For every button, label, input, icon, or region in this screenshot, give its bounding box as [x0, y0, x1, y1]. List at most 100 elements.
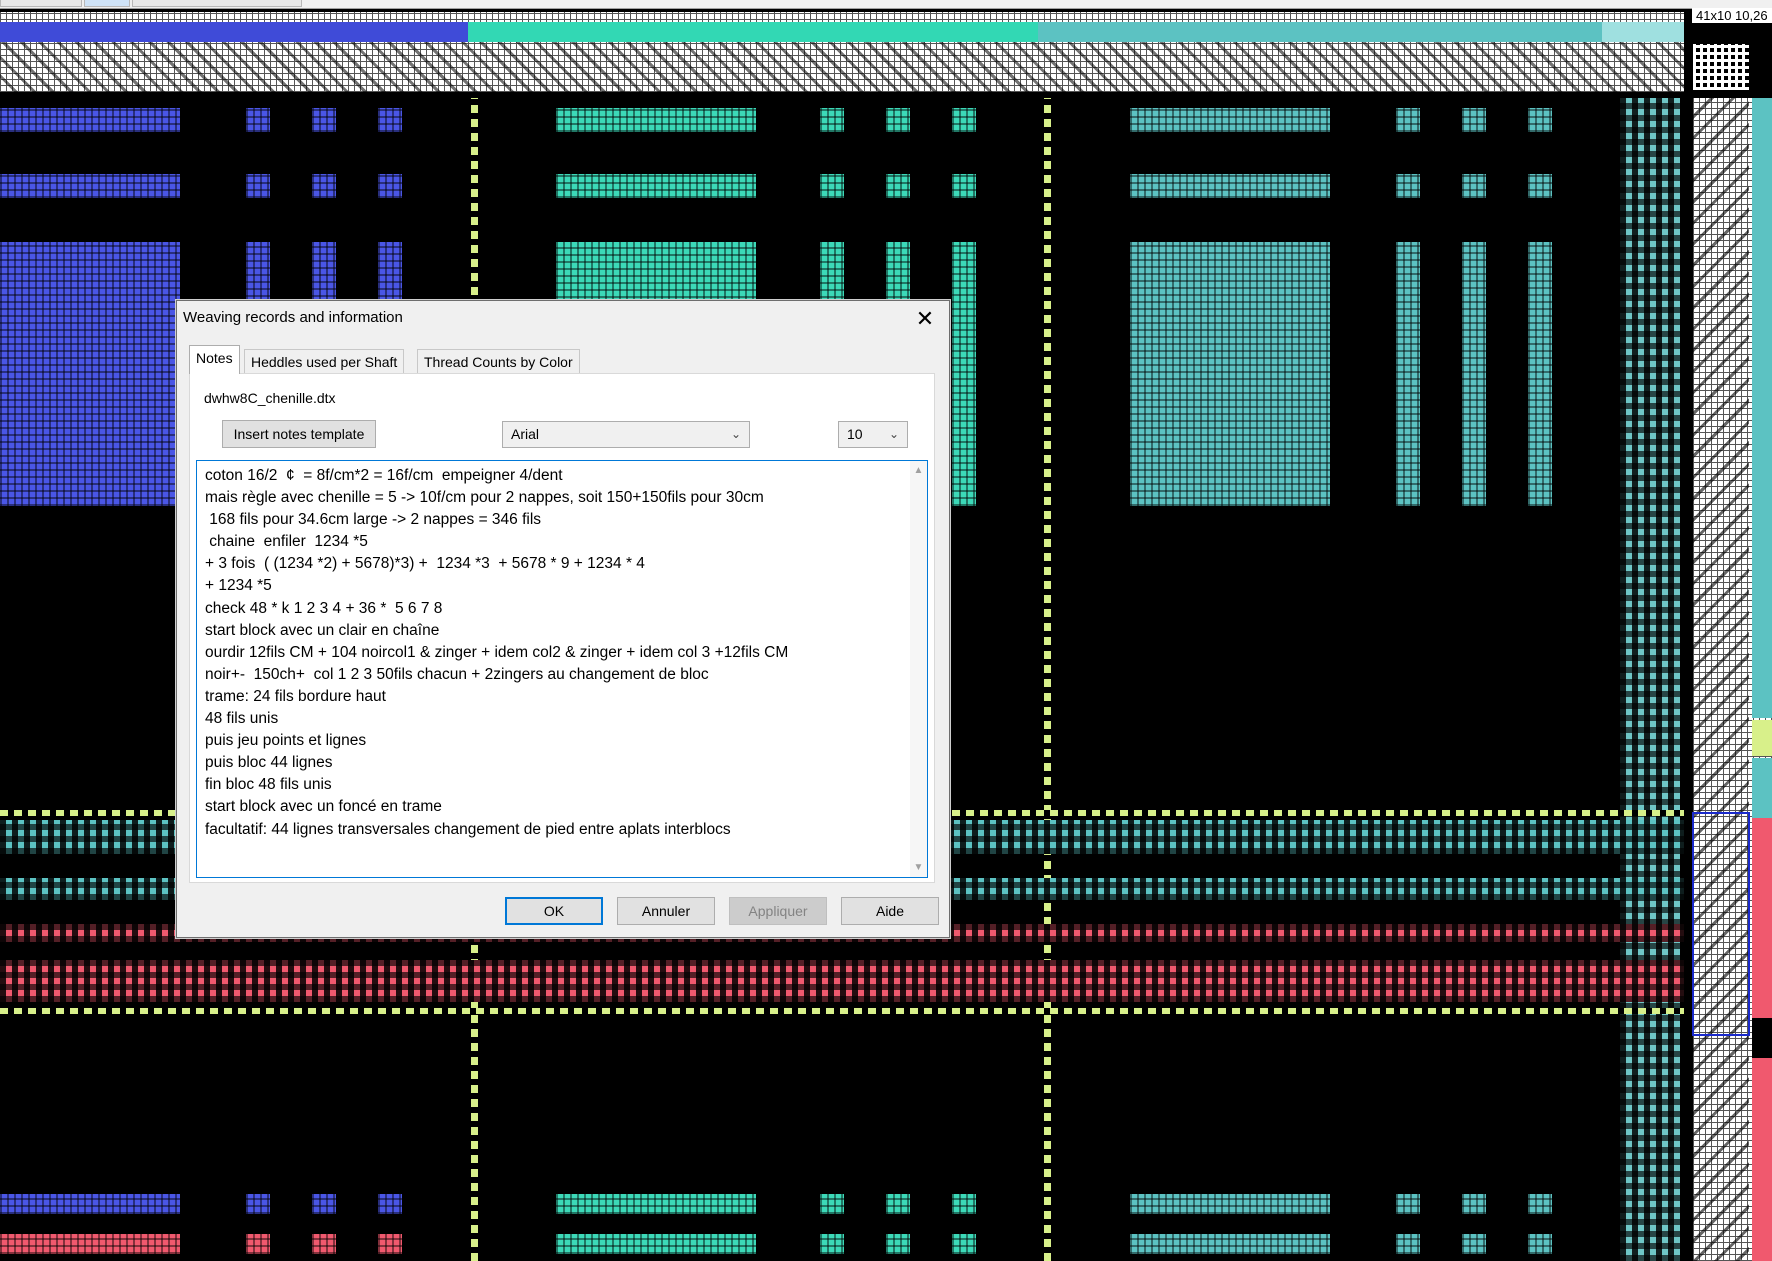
notes-line: trame: 24 fils bordure haut — [205, 687, 386, 705]
pattern-block — [1396, 174, 1420, 198]
insert-notes-template-button[interactable]: Insert notes template — [222, 420, 376, 448]
pattern-block — [1528, 174, 1552, 198]
notes-text: coton 16/2 ¢ = 8f/cm*2 = 16f/cm empeigne… — [205, 465, 905, 841]
dialog-title: Weaving records and information — [183, 309, 403, 326]
notes-line: 48 fils unis — [205, 710, 279, 728]
cancel-button[interactable]: Annuler — [617, 897, 715, 925]
pattern-block — [952, 174, 976, 198]
pattern-block — [0, 174, 180, 198]
weft-color-yellow — [1752, 720, 1772, 756]
pattern-block — [1528, 1234, 1552, 1254]
notes-line: start block avec un foncé en trame — [205, 798, 442, 816]
pattern-block — [820, 108, 844, 132]
pattern-block — [246, 1234, 270, 1254]
warp-color-cyan — [1038, 22, 1602, 42]
pattern-block — [1462, 174, 1486, 198]
pattern-block — [556, 108, 756, 132]
pattern-block — [820, 174, 844, 198]
pattern-block — [246, 174, 270, 198]
pattern-block — [1130, 1234, 1330, 1254]
notes-line: ourdir 12fils CM + 104 noircol1 & zinger… — [205, 643, 789, 661]
pattern-block — [378, 174, 402, 198]
chevron-down-icon: ⌄ — [730, 427, 741, 441]
pattern-block — [556, 1234, 756, 1254]
pattern-block — [1528, 1194, 1552, 1214]
pattern-block — [378, 1194, 402, 1214]
pattern-band — [0, 960, 1684, 1002]
notes-line: puis jeu points et lignes — [205, 732, 367, 750]
font-size-select[interactable]: 10 ⌄ — [838, 421, 908, 448]
pattern-block — [556, 1194, 756, 1214]
pattern-block — [1130, 174, 1330, 198]
help-button[interactable]: Aide — [841, 897, 939, 925]
pattern-block — [952, 242, 976, 506]
pattern-block — [952, 1194, 976, 1214]
pattern-block — [312, 174, 336, 198]
notes-line: check 48 * k 1 2 3 4 + 36 * 5 6 7 8 — [205, 599, 443, 617]
pattern-block — [378, 108, 402, 132]
notes-line: coton 16/2 ¢ = 8f/cm*2 = 16f/cm empeigne… — [205, 467, 563, 484]
pattern-block — [1462, 1234, 1486, 1254]
pattern-block — [886, 108, 910, 132]
weft-color-cyan — [1752, 98, 1772, 718]
pattern-block — [886, 1234, 910, 1254]
file-name: dwhw8C_chenille.dtx — [204, 390, 336, 406]
scroll-up-icon[interactable]: ▲ — [910, 465, 927, 476]
grid-size-label: 41x10 10,26 — [1692, 8, 1772, 23]
tab-thread-counts[interactable]: Thread Counts by Color — [417, 349, 580, 373]
pattern-block — [0, 1234, 180, 1254]
font-select[interactable]: Arial ⌄ — [502, 421, 750, 448]
font-size-value: 10 — [847, 426, 863, 442]
pattern-block — [820, 1194, 844, 1214]
notes-line: 168 fils pour 34.6cm large -> 2 nappes =… — [205, 511, 542, 529]
tab-heddles-per-shaft[interactable]: Heddles used per Shaft — [244, 349, 405, 373]
treadling-selection-frame[interactable] — [1692, 812, 1750, 1036]
pattern-block — [0, 108, 180, 132]
treadling-diagonal-marks — [1693, 98, 1749, 1261]
pattern-block — [312, 1194, 336, 1214]
weft-color-cyan — [1752, 758, 1772, 818]
zinger-line-vertical — [1044, 98, 1051, 1261]
tieup-grid[interactable] — [1693, 44, 1749, 90]
toolbar-tab-stub[interactable] — [132, 0, 302, 7]
scroll-down-icon[interactable]: ▼ — [910, 862, 927, 873]
chevron-down-icon: ⌄ — [888, 427, 899, 441]
notes-line: fin bloc 48 fils unis — [205, 776, 332, 794]
pattern-block — [1462, 108, 1486, 132]
warp-color-teal — [468, 22, 1038, 42]
toolbar-tab-stub[interactable] — [0, 0, 82, 7]
pattern-block — [378, 1234, 402, 1254]
notes-line: mais règle avec chenille = 5 -> 10f/cm p… — [205, 489, 764, 507]
ok-button[interactable]: OK — [505, 897, 603, 925]
selvage-border-column — [1620, 98, 1680, 1261]
pattern-block — [556, 174, 756, 198]
pattern-block — [1130, 1194, 1330, 1214]
pattern-block — [246, 108, 270, 132]
weaving-records-dialog[interactable]: Weaving records and information ✕ Notes … — [176, 300, 950, 938]
pattern-block — [1130, 108, 1330, 132]
apply-button[interactable]: Appliquer — [729, 897, 827, 925]
toolbar-tab-stub[interactable] — [84, 0, 130, 7]
notes-tab-panel: dwhw8C_chenille.dtx Insert notes templat… — [189, 373, 935, 883]
pattern-block — [0, 242, 180, 506]
weft-color-strip — [1752, 98, 1772, 1261]
pattern-block — [886, 174, 910, 198]
window-top-edge — [0, 0, 1772, 9]
threading-diagonal-marks — [0, 42, 1684, 92]
pattern-block — [952, 108, 976, 132]
pattern-block — [1396, 242, 1420, 506]
pattern-block — [1528, 108, 1552, 132]
tab-notes[interactable]: Notes — [189, 345, 240, 374]
notes-line: start block avec un clair en chaîne — [205, 621, 440, 639]
pattern-block — [952, 1234, 976, 1254]
pattern-block — [1528, 242, 1552, 506]
pattern-block — [312, 1234, 336, 1254]
close-icon[interactable]: ✕ — [911, 305, 939, 333]
notes-line: + 1234 *5 — [205, 577, 272, 595]
weft-color-black — [1752, 1018, 1772, 1058]
pattern-block — [886, 1194, 910, 1214]
notes-scrollbar[interactable]: ▲ ▼ — [910, 461, 927, 877]
zinger-line-horizontal — [0, 1008, 1684, 1014]
notes-line: + 3 fois ( (1234 *2) + 5678)*3) + 1234 *… — [205, 555, 645, 573]
notes-textarea[interactable]: coton 16/2 ¢ = 8f/cm*2 = 16f/cm empeigne… — [196, 460, 928, 878]
